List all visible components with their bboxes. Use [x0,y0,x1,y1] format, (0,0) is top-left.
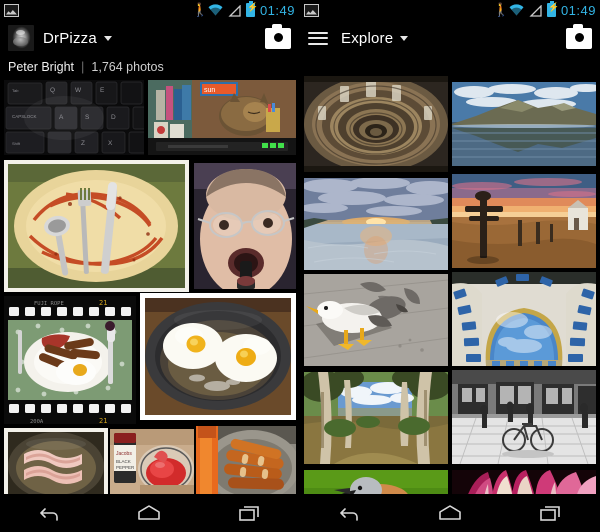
svg-text:BLACK: BLACK [116,459,131,464]
svg-text:Q: Q [50,87,55,94]
svg-text:D: D [111,114,116,121]
svg-text:FUJI ROPE: FUJI ROPE [34,301,64,307]
wifi-icon [509,4,524,16]
svg-text:Shift: Shift [12,141,21,146]
right-nav-bar [300,494,600,532]
explore-dropdown[interactable]: Explore [341,29,409,47]
photo-bw-street[interactable] [452,370,596,464]
status-bar-clock: 01:49 [560,2,596,18]
left-photo-grid: QWE ASD ZX CAPSLOCK Tab Shift sun 21 21 … [0,77,299,494]
gallery-icon [4,3,19,17]
chevron-down-icon [400,35,409,41]
home-icon[interactable] [130,500,168,526]
status-bar-clock: 01:49 [259,2,295,18]
signal-icon [228,4,241,17]
avatar[interactable] [8,25,34,51]
left-action-bar: DrPizza [0,20,299,56]
photo-signpost-sunset[interactable] [452,174,596,268]
photo-keyboard[interactable]: QWE ASD ZX CAPSLOCK Tab Shift [4,80,144,155]
photo-bird-green[interactable] [304,470,448,494]
photo-beach-sunset[interactable] [304,178,448,270]
back-icon[interactable] [331,500,369,526]
status-bar: 🚶 01:49 [300,0,600,20]
svg-text:200A: 200A [30,419,44,424]
signal-icon [529,4,542,17]
svg-text:E: E [100,87,105,94]
status-bar-system-icons: 🚶 01:49 [492,1,596,18]
sub-header-separator: | [81,59,85,74]
photo-empty-plate[interactable] [4,160,189,292]
battery-charging-icon [245,1,258,17]
status-bar-notifications [304,3,319,17]
photo-bacon-pan[interactable] [4,428,108,494]
runner-icon: 🚶 [191,2,209,17]
status-bar-notifications [4,3,19,17]
photo-gum-trees[interactable] [304,372,448,464]
svg-text:Tab: Tab [12,88,19,93]
camera-icon[interactable] [265,23,291,49]
photo-man-eating[interactable] [194,163,296,289]
right-action-bar: Explore [300,20,600,56]
runner-icon: 🚶 [492,2,510,17]
album-owner: Peter Bright [8,59,75,74]
svg-text:X: X [108,140,113,147]
battery-charging-icon [546,1,559,17]
photo-cat-on-tv[interactable]: sun [148,80,296,155]
gallery-icon [304,3,319,17]
left-nav-bar [0,494,299,532]
photo-fry-up-film[interactable]: 21 21 FUJI ROPE 200A [4,296,136,424]
hamburger-menu-icon[interactable] [308,31,328,46]
svg-text:Jacobs: Jacobs [116,451,132,457]
recents-icon[interactable] [531,500,569,526]
svg-text:21: 21 [99,299,107,307]
photo-pink-flower[interactable] [452,470,596,494]
status-bar: 🚶 01:49 [0,0,299,20]
camera-icon[interactable] [566,23,592,49]
photo-mountain-reflection[interactable] [452,82,596,166]
svg-text:PEPPER: PEPPER [116,465,135,470]
screenshot-comparison: 🚶 01:49 DrPizza Peter Bright | [0,0,600,532]
right-screen-explore: 🚶 01:49 Explore [300,0,600,532]
svg-text:W: W [75,87,82,94]
photo-count: 1,764 photos [91,59,164,74]
page-title: DrPizza [43,29,97,47]
album-sub-header: Peter Bright | 1,764 photos [0,56,299,77]
page-title: Explore [341,29,394,47]
svg-text:sun: sun [204,87,215,94]
account-switcher[interactable]: DrPizza [43,30,112,47]
right-photo-grid [300,56,600,494]
photo-fried-eggs-pan[interactable] [140,293,296,420]
home-icon[interactable] [431,500,469,526]
svg-text:Z: Z [81,140,85,147]
photo-blue-atrium[interactable] [452,272,596,366]
photo-seagull[interactable] [304,274,448,366]
photo-ketchup-bowl[interactable]: Jacobs BLACK PEPPER [110,429,194,494]
photo-sausages-pan[interactable] [196,426,296,494]
wifi-icon [208,4,223,16]
left-screen-gallery: 🚶 01:49 DrPizza Peter Bright | [0,0,300,532]
status-bar-system-icons: 🚶 01:49 [191,1,295,18]
chevron-down-icon [103,35,112,41]
recents-icon[interactable] [230,500,268,526]
svg-text:21: 21 [99,417,107,424]
back-icon[interactable] [31,500,69,526]
photo-spiral-staircase[interactable] [304,76,448,172]
